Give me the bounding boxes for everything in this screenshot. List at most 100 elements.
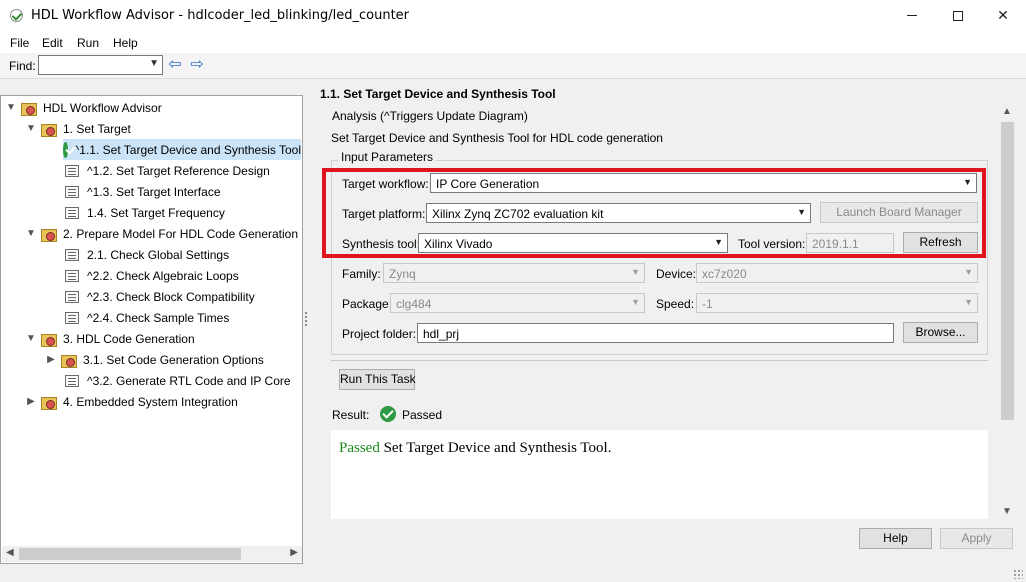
tree-item-hdl-code-generation[interactable]: ▼ 3. HDL Code Generation xyxy=(25,328,195,349)
expand-toggle-icon[interactable]: ▼ xyxy=(25,228,37,239)
tool-version-field: 2019.1.1 xyxy=(806,233,894,253)
tree-item-label: ^1.3. Set Target Interface xyxy=(87,184,221,199)
tree-item-generate-rtl-code[interactable]: ^3.2. Generate RTL Code and IP Core xyxy=(65,370,291,391)
analysis-label: Analysis (^Triggers Update Diagram) xyxy=(332,109,528,123)
find-input[interactable]: ▼ xyxy=(38,55,163,75)
chevron-down-icon[interactable]: ▼ xyxy=(149,58,159,69)
device-dropdown: xc7z020 ▼ xyxy=(696,263,978,283)
target-platform-dropdown[interactable]: Xilinx Zynq ZC702 evaluation kit ▼ xyxy=(426,203,811,223)
tree-item-check-algebraic-loops[interactable]: ^2.2. Check Algebraic Loops xyxy=(65,265,239,286)
tree-item-check-block-compatibility[interactable]: ^2.3. Check Block Compatibility xyxy=(65,286,255,307)
window-title: HDL Workflow Advisor - hdlcoder_led_blin… xyxy=(31,8,410,23)
chevron-down-icon: ▼ xyxy=(963,177,972,187)
chevron-down-icon: ▼ xyxy=(631,267,640,277)
resize-grip-icon[interactable] xyxy=(1013,569,1023,579)
tree-item-check-global-settings[interactable]: 2.1. Check Global Settings xyxy=(65,244,229,265)
find-next-icon[interactable]: ⇨ xyxy=(188,56,206,74)
tree-item-label: 4. Embedded System Integration xyxy=(63,394,238,409)
content-vertical-scrollbar[interactable]: ▲ ▼ xyxy=(999,104,1016,519)
find-previous-icon[interactable]: ⇦ xyxy=(166,56,184,74)
passed-check-icon xyxy=(63,141,68,158)
scroll-up-icon[interactable]: ▲ xyxy=(1002,106,1012,117)
title-bar: HDL Workflow Advisor - hdlcoder_led_blin… xyxy=(0,0,1026,31)
device-value: xc7z020 xyxy=(702,267,747,281)
folder-icon xyxy=(41,227,57,242)
result-message-status: Passed xyxy=(339,440,380,456)
synthesis-tool-dropdown[interactable]: Xilinx Vivado ▼ xyxy=(418,233,728,253)
tree-item-check-sample-times[interactable]: ^2.4. Check Sample Times xyxy=(65,307,229,328)
task-icon xyxy=(65,185,79,198)
task-icon xyxy=(65,311,79,324)
tree-item-label: ^1.2. Set Target Reference Design xyxy=(87,163,270,178)
tree-item-label: 2.1. Check Global Settings xyxy=(87,247,230,262)
task-tree: ▼ HDL Workflow Advisor ▼ 1. Set Target ^… xyxy=(0,95,303,564)
tree-item-set-target-frequency[interactable]: 1.4. Set Target Frequency xyxy=(65,202,225,223)
passed-check-icon xyxy=(380,406,396,422)
tree-item-label: ^2.2. Check Algebraic Loops xyxy=(87,268,239,283)
chevron-down-icon: ▼ xyxy=(714,237,723,247)
target-workflow-label: Target workflow: xyxy=(342,177,429,191)
menu-run[interactable]: Run xyxy=(77,36,99,50)
task-content: Analysis (^Triggers Update Diagram) Set … xyxy=(316,104,999,519)
apply-button[interactable]: Apply xyxy=(940,528,1013,549)
result-message-box: Passed Set Target Device and Synthesis T… xyxy=(331,430,988,519)
tree-item-label: ^2.4. Check Sample Times xyxy=(87,310,230,325)
chevron-down-icon: ▼ xyxy=(797,207,806,217)
target-platform-label: Target platform: xyxy=(342,207,426,221)
tree-item-embedded-system-integration[interactable]: ▶ 4. Embedded System Integration xyxy=(25,391,238,412)
task-icon xyxy=(65,269,79,282)
package-dropdown: clg484 ▼ xyxy=(390,293,645,313)
scroll-right-icon[interactable]: ▶ xyxy=(290,547,298,558)
tree-item-set-code-generation-options[interactable]: ▶ 3.1. Set Code Generation Options xyxy=(45,349,264,370)
find-label: Find: xyxy=(9,59,36,73)
tree-item-label: 3. HDL Code Generation xyxy=(63,331,195,346)
tree-item-set-target-device[interactable]: ^1.1. Set Target Device and Synthesis To… xyxy=(63,139,301,160)
collapse-toggle-icon[interactable]: ▶ xyxy=(45,354,57,365)
folder-icon xyxy=(21,101,37,116)
folder-icon xyxy=(61,353,77,368)
tree-item-prepare-model[interactable]: ▼ 2. Prepare Model For HDL Code Generati… xyxy=(25,223,298,244)
tree-item-label: 1. Set Target xyxy=(63,121,131,136)
expand-toggle-icon[interactable]: ▼ xyxy=(25,333,37,344)
tree-item-label: 3.1. Set Code Generation Options xyxy=(83,352,264,367)
browse-button[interactable]: Browse... xyxy=(903,322,978,343)
expand-toggle-icon[interactable]: ▼ xyxy=(5,102,17,113)
run-this-task-button[interactable]: Run This Task xyxy=(339,369,416,390)
target-workflow-dropdown[interactable]: IP Core Generation ▼ xyxy=(430,173,977,193)
refresh-button[interactable]: Refresh xyxy=(903,232,978,253)
tree-item-set-target-reference-design[interactable]: ^1.2. Set Target Reference Design xyxy=(65,160,270,181)
scroll-left-icon[interactable]: ◀ xyxy=(6,547,14,558)
target-workflow-value: IP Core Generation xyxy=(436,177,540,191)
scrollbar-thumb[interactable] xyxy=(1001,122,1014,420)
speed-dropdown: -1 ▼ xyxy=(696,293,978,313)
tree-item-set-target-interface[interactable]: ^1.3. Set Target Interface xyxy=(65,181,221,202)
menu-help[interactable]: Help xyxy=(113,36,138,50)
synthesis-tool-value: Xilinx Vivado xyxy=(424,237,493,251)
family-label: Family: xyxy=(342,267,381,281)
scrollbar-thumb[interactable] xyxy=(19,548,241,560)
project-folder-input[interactable]: hdl_prj xyxy=(417,323,894,343)
minimize-button[interactable] xyxy=(889,0,935,31)
package-label: Package: xyxy=(342,297,393,311)
find-toolbar: Find: ▼ ⇦ ⇨ xyxy=(0,53,1026,79)
menu-file[interactable]: File xyxy=(10,36,29,50)
close-button[interactable]: ✕ xyxy=(980,0,1026,31)
launch-board-manager-button[interactable]: Launch Board Manager xyxy=(820,202,978,223)
tree-horizontal-scrollbar[interactable]: ◀ ▶ xyxy=(2,546,302,562)
task-icon xyxy=(65,290,79,303)
scroll-down-icon[interactable]: ▼ xyxy=(1002,506,1012,517)
tree-item-label: 1.4. Set Target Frequency xyxy=(87,205,225,220)
divider xyxy=(331,360,988,361)
maximize-button[interactable] xyxy=(935,0,981,31)
result-status: Passed xyxy=(402,408,443,422)
menu-edit[interactable]: Edit xyxy=(42,36,63,50)
tree-item-label: HDL Workflow Advisor xyxy=(43,100,162,115)
minimize-icon xyxy=(907,15,917,16)
help-button[interactable]: Help xyxy=(859,528,932,549)
tree-item-set-target[interactable]: ▼ 1. Set Target xyxy=(25,118,131,139)
tree-item-hdl-workflow-advisor[interactable]: ▼ HDL Workflow Advisor xyxy=(5,97,162,118)
speed-label: Speed: xyxy=(656,297,695,311)
collapse-toggle-icon[interactable]: ▶ xyxy=(25,396,37,407)
panel-splitter[interactable] xyxy=(305,310,308,328)
expand-toggle-icon[interactable]: ▼ xyxy=(25,123,37,134)
